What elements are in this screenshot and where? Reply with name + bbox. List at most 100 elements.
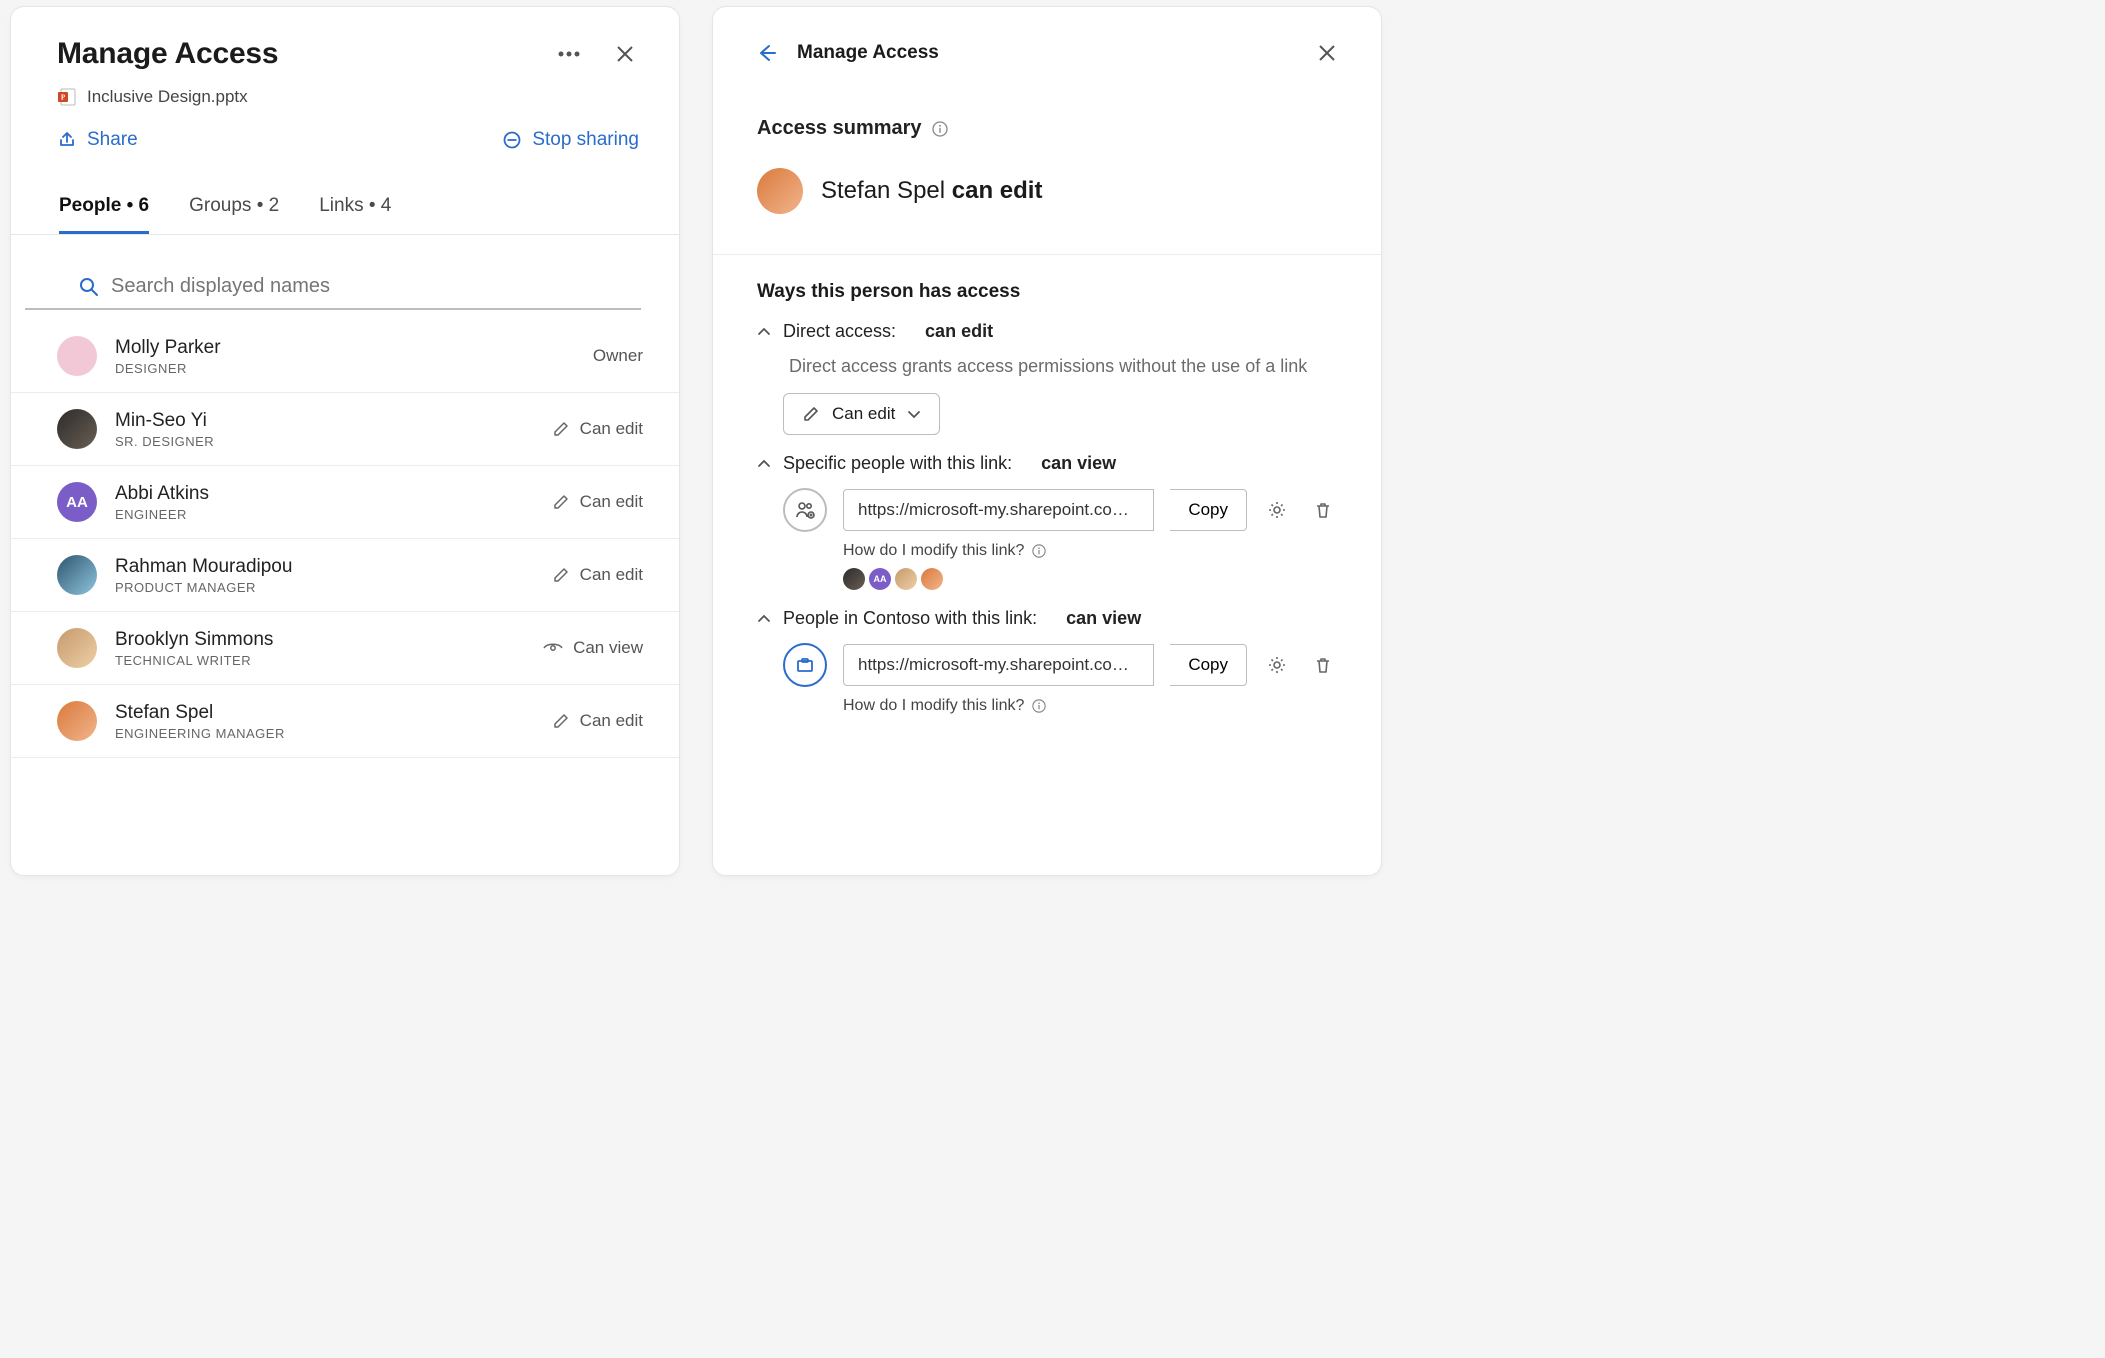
edit-icon <box>552 420 570 438</box>
search-icon <box>79 277 99 297</box>
tab-groups[interactable]: Groups • 2 <box>189 195 279 234</box>
manage-access-panel: Manage Access P Inclusive Design.pptx <box>10 6 680 876</box>
modify-link-help-2[interactable]: How do I modify this link? <box>843 697 1024 715</box>
permission-control[interactable]: Can view <box>543 638 643 658</box>
people-link-icon <box>783 488 827 532</box>
tab-people[interactable]: People • 6 <box>59 195 149 234</box>
person-row[interactable]: Brooklyn Simmons TECHNICAL WRITER Can view <box>11 612 679 685</box>
summary-user-permission: can edit <box>952 177 1043 204</box>
search-input[interactable] <box>79 275 635 298</box>
back-arrow-icon <box>755 42 777 64</box>
person-row[interactable]: Molly Parker DESIGNER Owner <box>11 320 679 393</box>
edit-icon <box>552 493 570 511</box>
person-role: PRODUCT MANAGER <box>115 580 534 595</box>
org-link-label: People in Contoso with this link: <box>783 608 1037 629</box>
avatar <box>57 336 97 376</box>
permission-control[interactable]: Can edit <box>552 492 643 512</box>
avatar <box>57 555 97 595</box>
permission-dropdown[interactable]: Can edit <box>783 393 940 435</box>
person-role: TECHNICAL WRITER <box>115 653 525 668</box>
trash-icon <box>1313 655 1333 675</box>
gear-icon <box>1267 655 1287 675</box>
permission-control[interactable]: Owner <box>583 346 643 366</box>
edit-icon <box>802 405 820 423</box>
permission-control[interactable]: Can edit <box>552 711 643 731</box>
mini-avatar <box>843 568 865 590</box>
access-summary-heading: Access summary <box>757 117 922 140</box>
copy-link-button-2[interactable]: Copy <box>1170 644 1247 686</box>
mini-avatar <box>921 568 943 590</box>
summary-user-name: Stefan Spel <box>821 177 945 204</box>
delete-link-button-2[interactable] <box>1309 651 1337 679</box>
org-link-toggle[interactable]: People in Contoso with this link: can vi… <box>757 608 1337 629</box>
permission-label: Can edit <box>580 419 643 439</box>
svg-text:P: P <box>61 94 66 102</box>
permission-label: Can edit <box>580 711 643 731</box>
back-button[interactable] <box>755 42 777 64</box>
permission-dropdown-label: Can edit <box>832 404 895 424</box>
user-avatar <box>757 168 803 214</box>
specific-people-link-section: Specific people with this link: can view… <box>713 435 1381 590</box>
permission-control[interactable]: Can edit <box>552 565 643 585</box>
delete-link-button-1[interactable] <box>1309 496 1337 524</box>
close-icon <box>1317 43 1337 63</box>
direct-access-section: Direct access: can edit Direct access gr… <box>713 303 1381 435</box>
avatar <box>57 628 97 668</box>
mini-avatar <box>895 568 917 590</box>
permission-control[interactable]: Can edit <box>552 419 643 439</box>
tab-links[interactable]: Links • 4 <box>319 195 391 234</box>
mini-avatar: AA <box>869 568 891 590</box>
person-row[interactable]: Min-Seo YiSR. DESIGNERCan edit <box>11 393 679 466</box>
person-name: Molly Parker <box>115 337 565 359</box>
search-field[interactable] <box>25 265 641 310</box>
avatar: AA <box>57 482 97 522</box>
edit-icon <box>552 566 570 584</box>
people-list: Molly ParkerDESIGNEROwnerMin-Seo YiSR. D… <box>11 314 679 875</box>
direct-access-toggle[interactable]: Direct access: can edit <box>757 321 1337 342</box>
person-role: SR. DESIGNER <box>115 434 534 449</box>
share-button[interactable]: Share <box>57 129 138 151</box>
stop-sharing-label: Stop sharing <box>532 129 639 151</box>
specific-link-toggle[interactable]: Specific people with this link: can view <box>757 453 1337 474</box>
link-settings-button-2[interactable] <box>1263 651 1291 679</box>
close-button[interactable] <box>611 40 639 68</box>
stop-sharing-button[interactable]: Stop sharing <box>502 129 639 151</box>
avatar <box>57 701 97 741</box>
person-name: Brooklyn Simmons <box>115 629 525 651</box>
link-url-field-1[interactable]: https://microsoft-my.sharepoint.com... <box>843 489 1154 531</box>
person-role: DESIGNER <box>115 361 565 376</box>
chevron-up-icon <box>757 457 771 471</box>
person-role: ENGINEER <box>115 507 534 522</box>
person-name: Stefan Spel <box>115 702 534 724</box>
tab-groups-label: Groups <box>189 195 251 216</box>
direct-access-description: Direct access grants access permissions … <box>789 356 1337 377</box>
gear-icon <box>1267 500 1287 520</box>
copy-link-button-1[interactable]: Copy <box>1170 489 1247 531</box>
permission-label: Can edit <box>580 565 643 585</box>
access-summary-text: Stefan Spel can edit <box>821 177 1042 205</box>
close-icon <box>615 44 635 64</box>
edit-icon <box>552 712 570 730</box>
person-row[interactable]: AAAbbi AtkinsENGINEERCan edit <box>11 466 679 539</box>
person-row[interactable]: Rahman Mouradipou PRODUCT MANAGER Can edit <box>11 539 679 612</box>
detail-title: Manage Access <box>797 42 939 64</box>
tab-links-count: 4 <box>381 195 392 216</box>
more-options-button[interactable] <box>555 40 583 68</box>
powerpoint-file-icon: P <box>57 87 77 107</box>
modify-link-help-1[interactable]: How do I modify this link? <box>843 542 1024 560</box>
link-settings-button-1[interactable] <box>1263 496 1291 524</box>
info-icon[interactable] <box>1032 544 1046 558</box>
info-icon[interactable] <box>932 121 948 137</box>
person-name: Rahman Mouradipou <box>115 556 534 578</box>
close-detail-button[interactable] <box>1313 39 1341 67</box>
permission-label: Owner <box>593 346 643 366</box>
specific-link-label: Specific people with this link: <box>783 453 1012 474</box>
tab-people-count: 6 <box>139 195 150 216</box>
org-link-permission: can view <box>1066 608 1141 629</box>
avatar <box>57 409 97 449</box>
info-icon[interactable] <box>1032 699 1046 713</box>
link-url-field-2[interactable]: https://microsoft-my.sharepoint.com... <box>843 644 1154 686</box>
person-row[interactable]: Stefan SpelENGINEERING MANAGERCan edit <box>11 685 679 758</box>
ways-heading: Ways this person has access <box>713 255 1381 303</box>
view-icon <box>543 641 563 655</box>
